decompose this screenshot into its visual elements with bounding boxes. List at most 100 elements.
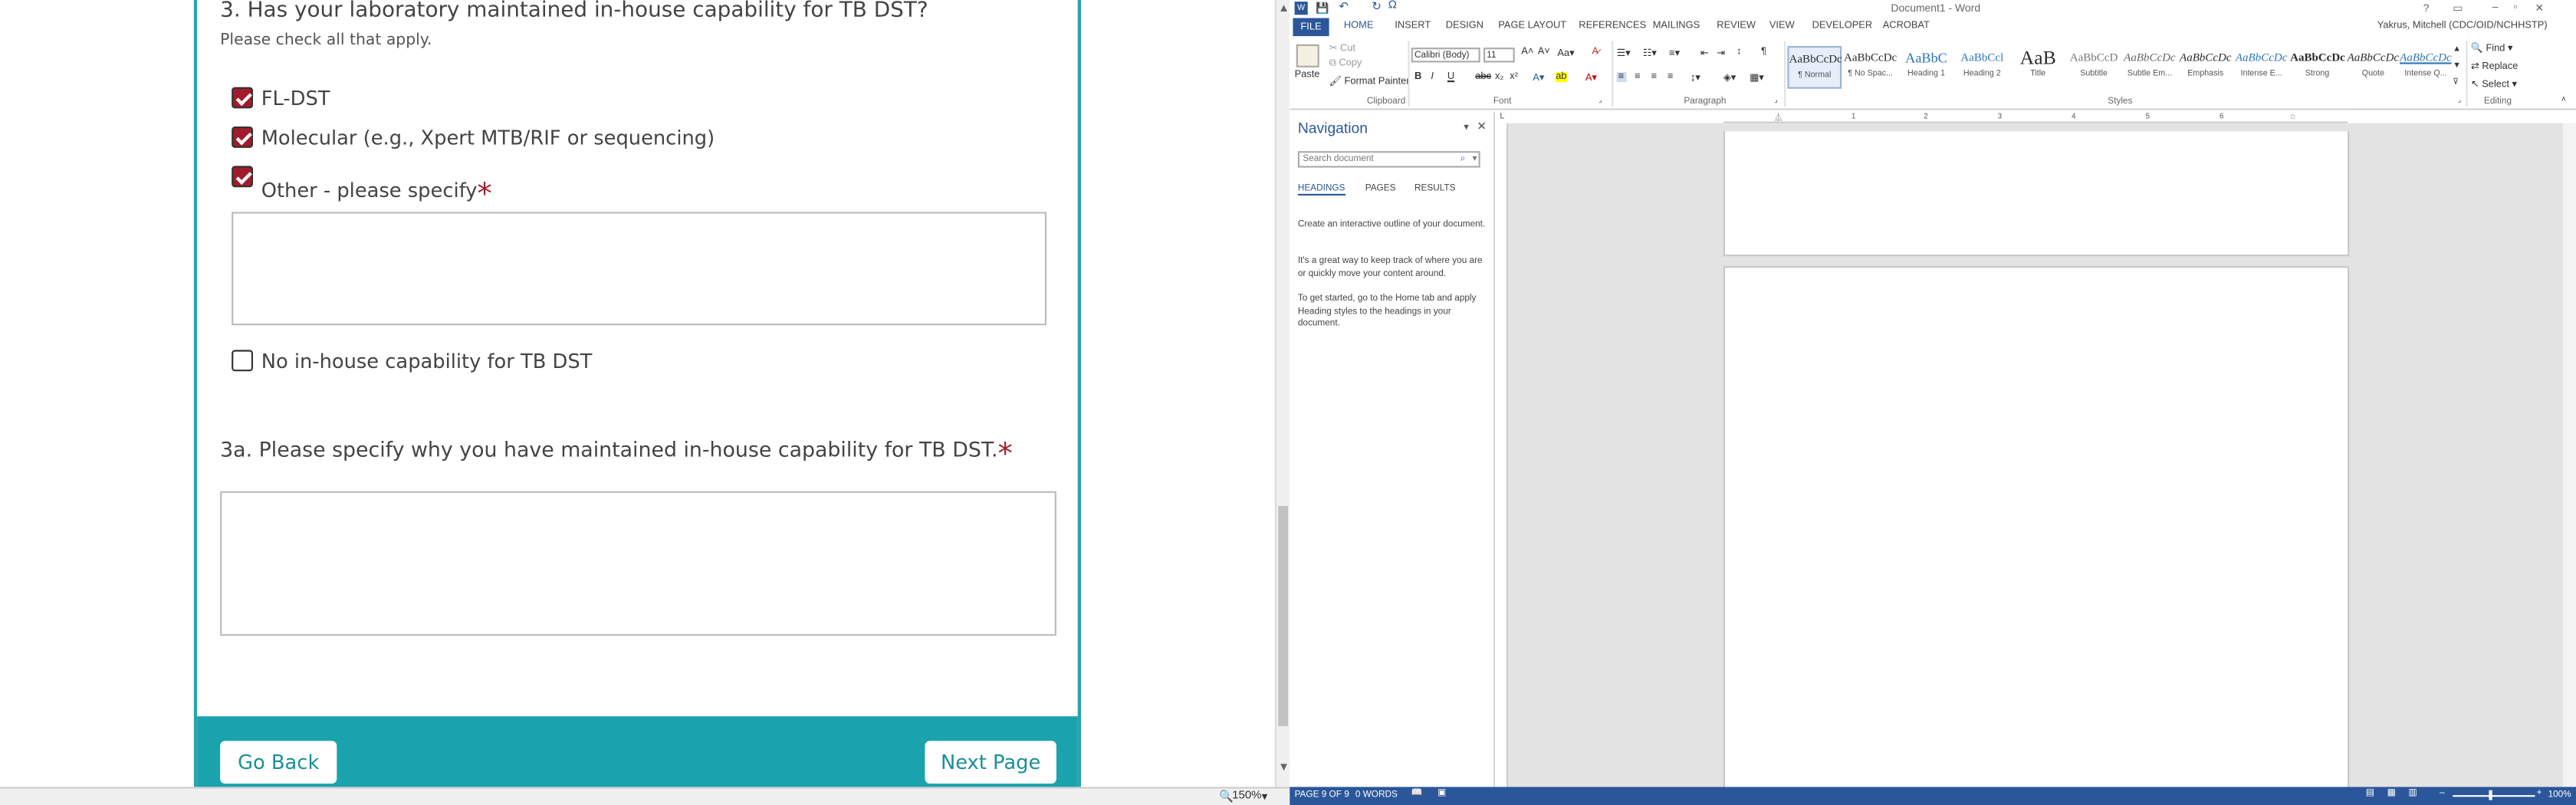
- superscript-icon[interactable]: x²: [1510, 72, 1518, 82]
- other-specify-textarea[interactable]: [232, 212, 1047, 326]
- next-page-button[interactable]: Next Page: [925, 741, 1056, 784]
- style-emphasis[interactable]: AaBbCcDc Emphasis: [2178, 46, 2233, 89]
- underline-icon[interactable]: U: [1447, 72, 1454, 82]
- tab-developer[interactable]: DEVELOPER: [1812, 21, 1873, 31]
- find-button[interactable]: 🔍 Find ▾: [2471, 43, 2513, 54]
- align-left-icon[interactable]: ≡: [1616, 72, 1626, 83]
- user-name[interactable]: Yakrus, Mitchell (CDC/OID/NCHHSTP): [2377, 21, 2548, 31]
- bold-icon[interactable]: B: [1414, 72, 1421, 82]
- copy-button[interactable]: ⧉ Copy: [1329, 59, 1362, 71]
- proofing-icon[interactable]: 📖: [1411, 789, 1423, 799]
- minimize-icon[interactable]: –: [2492, 2, 2499, 13]
- redo-icon[interactable]: ↻: [1372, 0, 1382, 13]
- style-normal[interactable]: AaBbCcDc ¶ Normal: [1787, 46, 1842, 89]
- styles-scroll-down-icon[interactable]: ▼: [2453, 61, 2461, 71]
- close-icon[interactable]: ✕: [2535, 2, 2544, 15]
- style-strong[interactable]: AaBbCcDc Strong: [2290, 46, 2345, 89]
- right-indent-icon[interactable]: ⌂: [2290, 112, 2295, 122]
- print-layout-icon[interactable]: ▦: [2387, 789, 2396, 799]
- tab-design[interactable]: DESIGN: [1446, 21, 1484, 31]
- web-layout-icon[interactable]: ▥: [2408, 789, 2417, 799]
- font-color-icon[interactable]: A▾: [1585, 72, 1597, 84]
- nav-tab-headings[interactable]: HEADINGS: [1297, 184, 1346, 196]
- go-back-button[interactable]: Go Back: [220, 741, 337, 784]
- tab-insert[interactable]: INSERT: [1395, 21, 1431, 31]
- style-subtitle[interactable]: AaBbCcD Subtitle: [2067, 46, 2121, 89]
- search-icon[interactable]: ⌕: [1460, 153, 1466, 167]
- style-heading-1[interactable]: AaBbC Heading 1: [1899, 46, 1953, 89]
- document-page-previous[interactable]: [1723, 131, 2350, 257]
- maximize-icon[interactable]: ▫: [2514, 2, 2518, 13]
- close-pane-icon[interactable]: ✕: [1477, 120, 1487, 133]
- text-effects-icon[interactable]: A▾: [1533, 72, 1544, 84]
- highlight-icon[interactable]: ab: [1556, 72, 1567, 83]
- style-intense-quote[interactable]: AaBbCcDc Intense Q...: [2399, 46, 2453, 89]
- subscript-icon[interactable]: x₂: [1495, 72, 1503, 82]
- font-size-select[interactable]: 11: [1483, 48, 1515, 63]
- checkbox-other[interactable]: [232, 166, 253, 188]
- zoom-slider-thumb[interactable]: [2489, 790, 2492, 800]
- tab-acrobat[interactable]: ACROBAT: [1883, 21, 1930, 31]
- align-right-icon[interactable]: ≡: [1651, 72, 1658, 82]
- symbol-icon[interactable]: Ω: [1388, 0, 1397, 12]
- replace-button[interactable]: ⇄ Replace: [2471, 61, 2518, 72]
- checkbox-no-capability[interactable]: [232, 350, 253, 372]
- tab-references[interactable]: REFERENCES: [1579, 21, 1646, 31]
- document-area[interactable]: L 1 2 3 4 5 6 ⏅ ⌂: [1497, 111, 2576, 792]
- shading-icon[interactable]: ◈▾: [1723, 72, 1736, 84]
- numbering-icon[interactable]: ☷▾: [1643, 48, 1657, 59]
- chevron-down-icon[interactable]: ▾: [1262, 790, 1268, 803]
- bullets-icon[interactable]: ☰▾: [1617, 48, 1631, 59]
- nav-tab-pages[interactable]: PAGES: [1365, 184, 1396, 194]
- show-marks-icon[interactable]: ¶: [1761, 48, 1766, 58]
- decrease-indent-icon[interactable]: ⇤: [1700, 48, 1709, 59]
- scroll-thumb[interactable]: [1278, 506, 1288, 727]
- save-icon[interactable]: 💾: [1316, 2, 1329, 15]
- zoom-in-icon[interactable]: +: [2537, 789, 2542, 799]
- tab-mailings[interactable]: MAILINGS: [1653, 21, 1700, 31]
- scroll-up-icon[interactable]: ▲: [1278, 3, 1290, 15]
- followup-textarea[interactable]: [220, 491, 1056, 636]
- tab-view[interactable]: VIEW: [1769, 21, 1795, 31]
- style-title[interactable]: AaB Title: [2011, 46, 2065, 89]
- search-document-input[interactable]: Search document ⌕ ▾: [1297, 151, 1480, 168]
- style-subtle-emphasis[interactable]: AaBbCcDc Subtle Em...: [2123, 46, 2177, 89]
- document-page-current[interactable]: [1723, 266, 2350, 792]
- tab-file[interactable]: FILE: [1293, 18, 1329, 37]
- change-case-icon[interactable]: Aa▾: [1557, 48, 1574, 59]
- horizontal-ruler[interactable]: 1 2 3 4 5 6 ⏅ ⌂: [1723, 111, 2348, 123]
- checkbox-fl-dst[interactable]: [232, 87, 253, 109]
- shrink-font-icon[interactable]: A˅: [1538, 48, 1550, 58]
- sort-icon[interactable]: ↕: [1737, 48, 1741, 58]
- checkbox-molecular[interactable]: [232, 127, 253, 148]
- chevron-down-icon[interactable]: ▾: [1473, 153, 1477, 167]
- zoom-out-icon[interactable]: –: [2440, 789, 2445, 799]
- read-mode-icon[interactable]: ▤: [2366, 789, 2374, 799]
- paragraph-dialog-icon[interactable]: ⌟: [1774, 95, 1778, 105]
- help-icon[interactable]: ?: [2423, 3, 2430, 15]
- browser-zoom[interactable]: 150%: [1232, 790, 1261, 802]
- cut-button[interactable]: ✂ Cut: [1329, 43, 1355, 54]
- collapse-ribbon-icon[interactable]: ˄: [2561, 95, 2566, 105]
- vertical-ruler[interactable]: [1497, 123, 1509, 787]
- strikethrough-icon[interactable]: abc: [1475, 72, 1491, 82]
- clear-formatting-icon[interactable]: A̷: [1592, 48, 1598, 58]
- styles-more-icon[interactable]: ⊽: [2453, 77, 2459, 87]
- line-spacing-icon[interactable]: ↨▾: [1691, 72, 1700, 84]
- zoom-level[interactable]: 100%: [2548, 790, 2571, 800]
- borders-icon[interactable]: ▦▾: [1750, 72, 1764, 84]
- grow-font-icon[interactable]: A˄: [1521, 48, 1533, 58]
- style-heading-2[interactable]: AaBbCcl Heading 2: [1955, 46, 2009, 89]
- paste-icon[interactable]: [1296, 44, 1319, 67]
- page-count[interactable]: PAGE 9 OF 9: [1295, 790, 1349, 800]
- align-center-icon[interactable]: ≡: [1635, 72, 1641, 82]
- style-no-spacing[interactable]: AaBbCcDc ¶ No Spac...: [1843, 46, 1898, 89]
- tab-selector-icon[interactable]: L: [1500, 112, 1504, 122]
- font-dialog-icon[interactable]: ⌟: [1598, 95, 1602, 105]
- style-intense-emphasis[interactable]: AaBbCcDc Intense E...: [2234, 46, 2288, 89]
- document-scrollbar[interactable]: [2562, 123, 2576, 787]
- undo-icon[interactable]: ↶: [1339, 0, 1349, 13]
- tab-review[interactable]: REVIEW: [1717, 21, 1756, 31]
- word-count[interactable]: 0 WORDS: [1355, 790, 1398, 800]
- survey-scrollbar[interactable]: ▲ ▼: [1274, 0, 1290, 787]
